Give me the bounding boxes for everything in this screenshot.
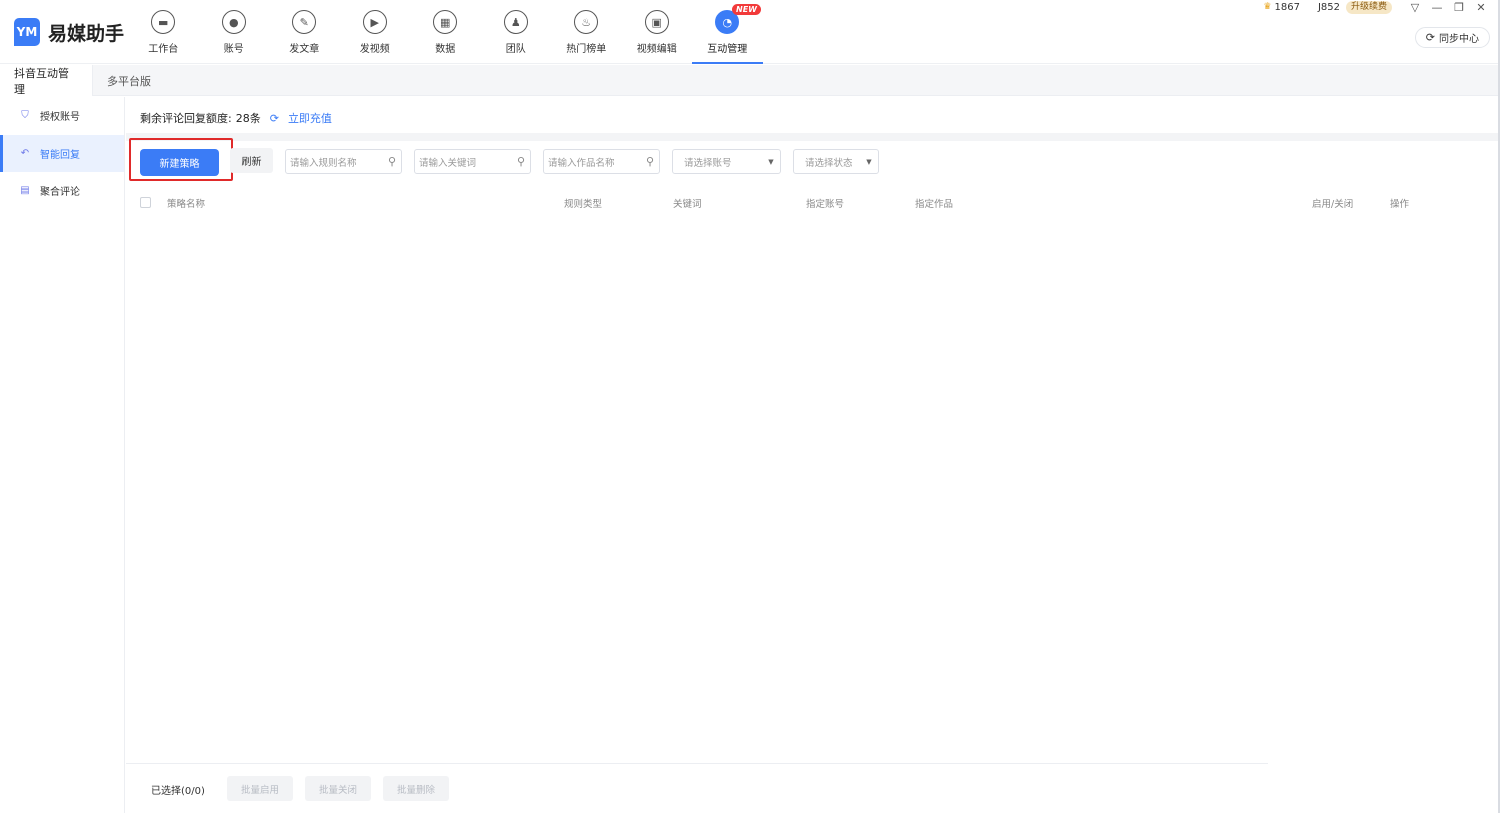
recharge-link[interactable]: 立即充值 [288,110,332,126]
tab-bar: 抖音互动管理 多平台版 [0,65,1498,96]
sync-icon: ⟳ [1425,31,1435,44]
account-id-2[interactable]: J852 [1318,2,1340,13]
nav-item-article[interactable]: ✎ 发文章 [269,0,340,64]
nav-item-data[interactable]: ▦ 数据 [410,0,481,64]
nav-label: 发文章 [289,44,320,55]
sidebar-item-authorized-accounts[interactable]: ⛉ 授权账号 [0,97,124,135]
nav-label: 工作台 [148,44,179,55]
reply-icon: ↶ [20,147,30,159]
keyword-placeholder: 请输入关键词 [419,157,477,169]
batch-delete-button[interactable]: 批量删除 [383,776,449,801]
rule-name-placeholder: 请输入规则名称 [290,157,357,169]
column-keyword: 关键词 [673,199,702,210]
sidebar-item-aggregate-comments[interactable]: ▤ 聚合评论 [0,172,124,210]
crown-icon: ♛ [1263,2,1272,12]
team-icon: ♟ [503,10,528,34]
main-content: 剩余评论回复额度: 28条 ⟳ 立即充值 新建策略 刷新 请输入规则名称 ⚲ 请… [126,97,1498,813]
nav-label: 发视频 [359,44,390,55]
search-icon[interactable]: ⚲ [641,155,659,168]
work-name-placeholder: 请输入作品名称 [548,157,615,169]
sidebar-item-label: 授权账号 [40,112,80,124]
sidebar: ⛉ 授权账号 ↶ 智能回复 ▤ 聚合评论 [0,97,125,813]
work-name-search-input[interactable]: 请输入作品名称 ⚲ [543,149,660,174]
caret-down-icon: ▼ [768,157,774,166]
nav-item-interaction[interactable]: ◔ NEW 互动管理 [692,0,763,64]
column-enable-toggle: 启用/关闭 [1312,199,1354,210]
monitor-icon: ▬ [151,10,176,34]
nav-label: 视频编辑 [636,44,677,55]
play-icon: ▶ [362,10,387,34]
new-strategy-button[interactable]: 新建策略 [140,149,219,176]
tab-douyin-interaction[interactable]: 抖音互动管理 [0,65,93,96]
search-icon[interactable]: ⚲ [383,155,401,168]
batch-footer: 已选择(0/0) 批量启用 批量关闭 批量删除 [126,774,1268,802]
column-actions: 操作 [1390,199,1410,210]
batch-disable-button[interactable]: 批量关闭 [305,776,371,801]
table-header: 策略名称 规则类型 关键词 指定账号 指定作品 启用/关闭 操作 [126,193,1498,213]
search-icon[interactable]: ⚲ [512,155,530,168]
comment-icon: ▤ [20,185,30,197]
nav-label: 互动管理 [707,44,748,55]
status-select[interactable]: 请选择状态 ▼ [793,149,879,174]
column-strategy-name: 策略名称 [167,199,206,210]
nav-item-video[interactable]: ▶ 发视频 [340,0,411,64]
feather-icon: ✎ [292,10,317,34]
app-logo[interactable]: YM 易媒助手 [14,18,124,46]
flame-icon: ♨ [574,10,599,34]
quota-bar: 剩余评论回复额度: 28条 ⟳ 立即充值 [140,110,332,126]
main-nav: ▬ 工作台 ● 账号 ✎ 发文章 ▶ 发视频 ▦ 数据 ♟ 团队 ♨ 热门榜单 … [128,0,763,64]
app-name: 易媒助手 [48,22,125,45]
footer-divider [126,763,1268,764]
sidebar-item-label: 智能回复 [40,149,80,161]
column-rule-type: 规则类型 [564,199,603,210]
column-work: 指定作品 [915,199,954,210]
sidebar-item-smart-reply[interactable]: ↶ 智能回复 [0,134,124,172]
nav-label: 数据 [435,44,456,55]
restore-icon[interactable]: ❐ [1448,1,1470,14]
nav-item-video-edit[interactable]: ▣ 视频编辑 [622,0,693,64]
rule-name-search-input[interactable]: 请输入规则名称 ⚲ [285,149,402,174]
account-select[interactable]: 请选择账号 ▼ [672,149,781,174]
briefcase-icon: ▣ [644,10,669,34]
sync-center-label: 同步中心 [1439,34,1479,45]
close-icon[interactable]: ✕ [1470,1,1492,14]
selected-count: 已选择(0/0) [151,786,205,797]
sidebar-item-label: 聚合评论 [40,187,80,199]
nav-item-team[interactable]: ♟ 团队 [481,0,552,64]
quota-value: 28条 [235,112,261,125]
refresh-button[interactable]: 刷新 [230,148,273,173]
tab-multi-platform[interactable]: 多平台版 [93,65,165,96]
caret-down-icon: ▼ [866,157,872,166]
top-header: YM 易媒助手 ▬ 工作台 ● 账号 ✎ 发文章 ▶ 发视频 ▦ 数据 ♟ 团队… [0,0,1500,64]
nav-item-workbench[interactable]: ▬ 工作台 [128,0,199,64]
nav-label: 热门榜单 [566,44,607,55]
minimize-icon[interactable]: — [1426,1,1448,14]
batch-enable-button[interactable]: 批量启用 [227,776,293,801]
account-id-1[interactable]: 1867 [1274,2,1299,13]
dropdown-icon[interactable]: ▽ [1404,1,1426,14]
toolbar: 新建策略 刷新 请输入规则名称 ⚲ 请输入关键词 ⚲ 请输入作品名称 ⚲ 请选择… [126,138,1498,185]
nav-item-account[interactable]: ● 账号 [199,0,270,64]
column-account: 指定账号 [806,199,845,210]
status-select-placeholder: 请选择状态 [805,157,853,169]
shield-icon: ⛉ [21,110,29,122]
sync-center-button[interactable]: ⟳ 同步中心 [1414,27,1490,48]
nav-label: 账号 [223,44,244,55]
user-icon: ● [221,10,246,34]
select-all-checkbox[interactable] [140,197,151,208]
upgrade-button[interactable]: 升级续费 [1345,0,1392,14]
keyword-search-input[interactable]: 请输入关键词 ⚲ [414,149,531,174]
nav-item-hot-list[interactable]: ♨ 热门榜单 [551,0,622,64]
quota-label: 剩余评论回复额度: [140,112,232,125]
chart-icon: ▦ [433,10,458,34]
refresh-icon[interactable]: ⟳ [270,112,279,125]
new-badge: NEW [732,4,761,15]
account-select-placeholder: 请选择账号 [684,157,732,169]
window-controls: ♛ 1867 J852 升级续费 ▽ — ❐ ✕ [1263,0,1492,14]
nav-label: 团队 [505,44,526,55]
logo-mark-icon: YM [14,18,40,46]
divider [126,133,1498,141]
